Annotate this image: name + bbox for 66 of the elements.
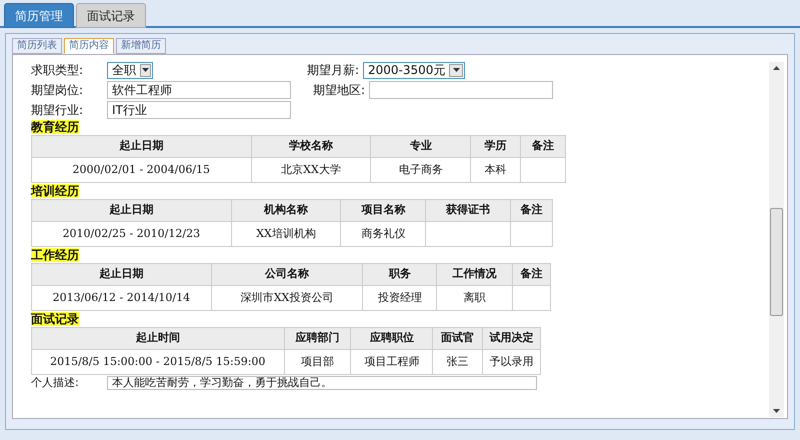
- column-header: 学历: [470, 136, 521, 158]
- field-label: 期望岗位:: [31, 82, 84, 99]
- column-header: 获得证书: [426, 200, 511, 222]
- table-cell: [510, 222, 552, 246]
- column-header: 职务: [362, 264, 437, 286]
- table-cell: 本科: [470, 158, 521, 182]
- field-label: 求职类型:: [31, 62, 84, 79]
- scroll-thumb[interactable]: [770, 208, 783, 316]
- column-header: 公司名称: [211, 264, 363, 286]
- table-cell: 2000/02/01 - 2004/06/15: [32, 158, 252, 182]
- column-header: 应聘部门: [284, 328, 351, 350]
- sub-tab[interactable]: 简历列表: [12, 38, 62, 54]
- caret-icon: [140, 64, 151, 76]
- table-cell: 商务礼仪: [340, 222, 426, 246]
- input-field[interactable]: IT行业: [107, 101, 291, 119]
- column-header: 起止时间: [32, 328, 284, 350]
- caret-icon: [449, 64, 463, 76]
- column-header: 起止日期: [32, 264, 212, 286]
- section-title: 培训经历: [31, 184, 79, 198]
- table-cell: 离职: [436, 286, 513, 310]
- table-cell: 投资经理: [362, 286, 437, 310]
- field-label: 期望月薪:: [307, 62, 360, 79]
- column-header: 机构名称: [231, 200, 341, 222]
- field-label: 期望地区:: [313, 82, 366, 99]
- section-title: 面试记录: [31, 312, 79, 326]
- input-field[interactable]: [369, 81, 553, 99]
- dropdown[interactable]: 2000-3500元: [363, 62, 465, 78]
- table-cell: XX培训机构: [231, 222, 341, 246]
- scroll-up-icon[interactable]: [773, 66, 780, 70]
- table-cell: 2015/8/5 15:00:00 - 2015/8/5 15:59:00: [32, 350, 284, 374]
- table-cell: 项目工程师: [350, 350, 433, 374]
- column-header: 试用决定: [482, 328, 540, 350]
- scroll-down-icon[interactable]: [773, 409, 780, 413]
- field-label: 个人描述:: [31, 374, 80, 391]
- column-header: 面试官: [432, 328, 483, 350]
- table-cell: 深圳市XX投资公司: [211, 286, 363, 310]
- column-header: 应聘职位: [350, 328, 433, 350]
- main-tab[interactable]: 简历管理: [4, 3, 74, 28]
- table-cell: 北京XX大学: [251, 158, 371, 182]
- dropdown[interactable]: 全职: [107, 62, 153, 78]
- sub-tab[interactable]: 新增简历: [116, 38, 166, 54]
- column-header: 备注: [510, 200, 552, 222]
- sub-tab[interactable]: 简历内容: [64, 38, 114, 54]
- scrollbar[interactable]: [769, 62, 784, 417]
- section-title: 工作经历: [31, 248, 79, 262]
- table-cell: [520, 158, 566, 182]
- text-area[interactable]: 本人能吃苦耐劳，学习勤奋，勇于挑战自己。: [107, 376, 537, 390]
- column-header: 学校名称: [251, 136, 371, 158]
- column-header: 工作情况: [436, 264, 513, 286]
- column-header: 起止日期: [32, 200, 232, 222]
- input-field[interactable]: 软件工程师: [107, 81, 291, 99]
- column-header: 备注: [520, 136, 566, 158]
- column-header: 备注: [512, 264, 550, 286]
- table-cell: 张三: [432, 350, 483, 374]
- section-title: 教育经历: [31, 120, 79, 134]
- table-cell: 项目部: [284, 350, 351, 374]
- table-cell: 电子商务: [370, 158, 471, 182]
- column-header: 专业: [370, 136, 471, 158]
- column-header: 起止日期: [32, 136, 252, 158]
- table-cell: [512, 286, 550, 310]
- field-label: 期望行业:: [31, 102, 84, 119]
- main-tab[interactable]: 面试记录: [76, 3, 146, 28]
- table-cell: 予以录用: [482, 350, 540, 374]
- column-header: 项目名称: [340, 200, 426, 222]
- table-cell: 2010/02/25 - 2010/12/23: [32, 222, 232, 246]
- table-cell: 2013/06/12 - 2014/10/14: [32, 286, 212, 310]
